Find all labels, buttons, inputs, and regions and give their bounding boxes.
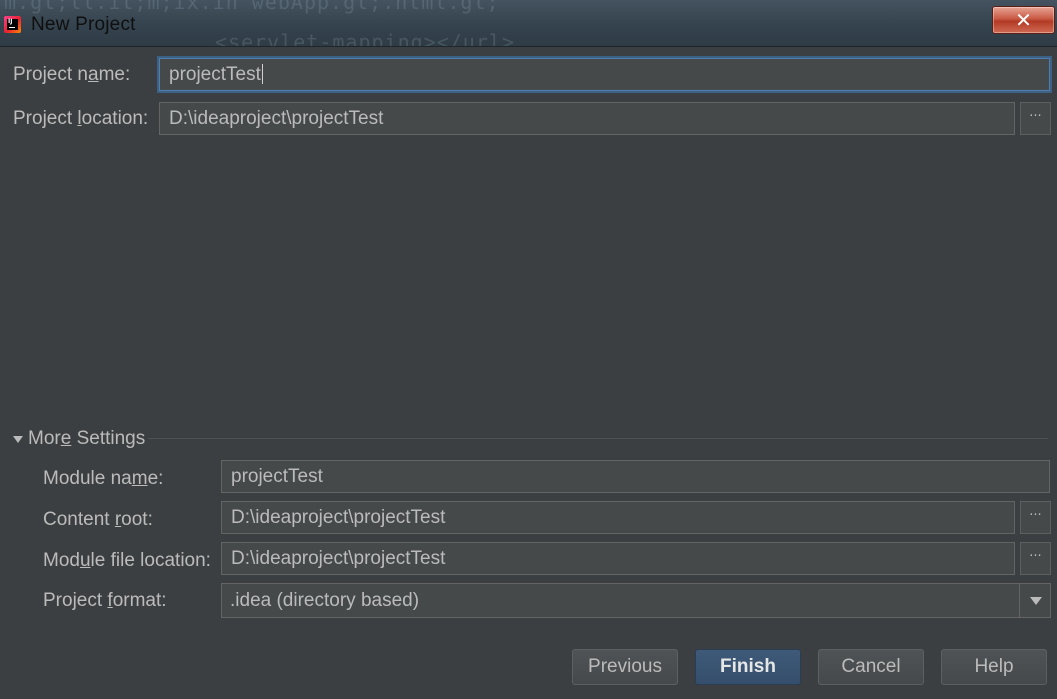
more-settings-label: More Settings (28, 428, 146, 449)
content-root-label: Content root: (43, 509, 153, 530)
project-name-label: Project name: (13, 64, 131, 85)
background-code-text: m.gt;ll.it;m;ix.in webApp.gt;.html.gt; (4, 0, 500, 14)
project-location-input[interactable]: D:\ideaproject\projectTest (159, 102, 1015, 135)
intellij-app-icon (4, 16, 21, 33)
module-name-input[interactable]: projectTest (221, 460, 1050, 493)
project-location-browse-button[interactable]: ··· (1020, 102, 1051, 135)
new-project-dialog: Project name: projectTest Project locati… (0, 47, 1057, 699)
window-titlebar[interactable]: m.gt;ll.it;m;ix.in webApp.gt;.html.gt; <… (0, 0, 1057, 47)
section-divider (148, 438, 1048, 439)
close-icon: ✕ (1015, 8, 1032, 32)
content-root-browse-button[interactable]: ··· (1020, 501, 1051, 534)
background-code-text: <servlet-mapping></url> (215, 30, 515, 47)
content-root-input[interactable]: D:\ideaproject\projectTest (221, 501, 1015, 534)
help-button[interactable]: Help (941, 649, 1047, 685)
module-file-location-input[interactable]: D:\ideaproject\projectTest (221, 542, 1015, 575)
project-format-label: Project format: (43, 590, 167, 611)
previous-button[interactable]: Previous (572, 649, 678, 685)
module-name-label: Module name: (43, 468, 164, 489)
project-name-input[interactable]: projectTest (159, 58, 1050, 91)
module-file-location-browse-button[interactable]: ··· (1020, 542, 1051, 575)
project-location-label: Project location: (13, 108, 149, 129)
dropdown-arrow-button[interactable] (1019, 584, 1050, 617)
window-title: New Project (31, 14, 136, 35)
chevron-down-icon (1030, 597, 1042, 605)
cancel-button[interactable]: Cancel (818, 649, 924, 685)
module-file-location-label: Module file location: (43, 550, 211, 571)
expand-triangle-icon (13, 436, 23, 443)
project-format-select[interactable]: .idea (directory based) (221, 583, 1051, 618)
more-settings-toggle[interactable]: More Settings (13, 428, 145, 450)
project-format-value: .idea (directory based) (230, 590, 420, 611)
window-close-button[interactable]: ✕ (992, 6, 1055, 34)
text-caret (261, 64, 263, 84)
finish-button[interactable]: Finish (695, 649, 801, 685)
